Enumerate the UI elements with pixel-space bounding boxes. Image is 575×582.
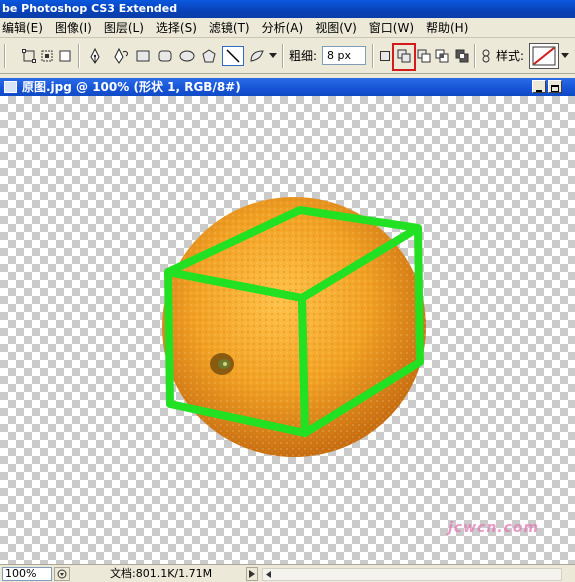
maximize-button[interactable] (548, 80, 562, 93)
document-title-bar: 原图.jpg @ 100% (形状 1, RGB/8#) (0, 78, 575, 96)
document-title: 原图.jpg @ 100% (形状 1, RGB/8#) (22, 80, 241, 94)
watermark: jcwcn.com (448, 520, 540, 536)
menu-window[interactable]: 窗口(W) (363, 18, 420, 37)
subtract-from-shape-area-icon[interactable] (416, 46, 432, 66)
toolbar-separator (4, 44, 6, 68)
intersect-shape-areas-icon[interactable] (434, 46, 450, 66)
menu-edit[interactable]: 编辑(E) (0, 18, 49, 37)
create-new-shape-layer-icon[interactable] (378, 46, 392, 66)
options-bar: 粗细: 8 px 样式: (0, 38, 575, 74)
toolbar-separator (78, 44, 80, 68)
zoom-field[interactable]: 100% (2, 567, 52, 581)
document-canvas[interactable] (0, 96, 575, 564)
horizontal-scrollbar[interactable] (262, 568, 562, 581)
status-menu-icon[interactable] (54, 567, 70, 581)
document-icon (4, 81, 17, 93)
canvas-artwork (162, 197, 426, 457)
document-info: 文档:801.1K/1.71M (110, 567, 213, 580)
rectangle-tool-icon[interactable] (134, 46, 152, 66)
rounded-rectangle-tool-icon[interactable] (156, 46, 174, 66)
toolbar-separator (372, 44, 374, 68)
exclude-overlapping-shape-areas-icon[interactable] (454, 46, 470, 66)
app-title-bar: be Photoshop CS3 Extended (0, 0, 575, 18)
style-swatch[interactable] (529, 43, 559, 69)
weight-input[interactable]: 8 px (322, 46, 366, 65)
polygon-tool-icon[interactable] (200, 46, 218, 66)
status-bar: 100% 文档:801.1K/1.71M (0, 564, 575, 582)
fill-pixels-mode-icon[interactable] (56, 46, 74, 66)
shape-layers-mode-icon[interactable] (20, 46, 38, 66)
menu-select[interactable]: 选择(S) (150, 18, 203, 37)
weight-label: 粗细: (289, 49, 318, 63)
custom-shape-tool-icon[interactable] (248, 46, 266, 66)
ellipse-tool-icon[interactable] (178, 46, 196, 66)
menu-help[interactable]: 帮助(H) (420, 18, 474, 37)
menu-bar: 编辑(E) 图像(I) 图层(L) 选择(S) 滤镜(T) 分析(A) 视图(V… (0, 18, 575, 38)
app-title: be Photoshop CS3 Extended (2, 2, 178, 15)
menu-filter[interactable]: 滤镜(T) (203, 18, 256, 37)
link-icon[interactable] (480, 46, 492, 66)
style-dropdown-icon[interactable] (560, 46, 570, 66)
pen-tool-icon[interactable] (86, 46, 104, 66)
style-label: 样式: (496, 49, 525, 63)
selected-mode-highlight (392, 43, 416, 71)
paths-mode-icon[interactable] (38, 46, 56, 66)
orange-image (162, 197, 426, 457)
line-tool-icon[interactable] (222, 46, 244, 66)
toolbar-separator (282, 44, 284, 68)
menu-analysis[interactable]: 分析(A) (256, 18, 310, 37)
minimize-button[interactable] (532, 80, 546, 93)
status-arrow-icon[interactable] (246, 567, 258, 581)
freeform-pen-tool-icon[interactable] (110, 46, 132, 66)
menu-image[interactable]: 图像(I) (49, 18, 98, 37)
menu-layer[interactable]: 图层(L) (98, 18, 150, 37)
toolbar-separator (474, 44, 476, 68)
menu-view[interactable]: 视图(V) (309, 18, 363, 37)
chevron-down-icon[interactable] (268, 46, 278, 66)
